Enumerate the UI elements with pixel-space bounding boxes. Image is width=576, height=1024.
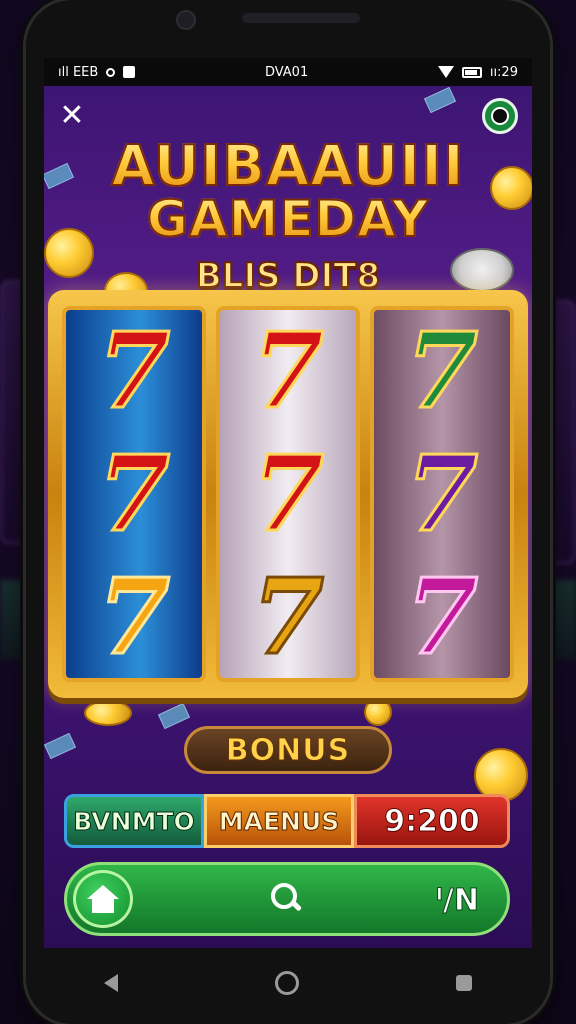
signal-text: ıll EEB bbox=[58, 64, 99, 80]
game-title-line2: GAMEDAY bbox=[44, 189, 532, 249]
close-button[interactable]: ✕ bbox=[58, 101, 86, 131]
wifi-icon bbox=[437, 66, 454, 78]
app-screen: ıll EEB DVA01 ıı:29 ✕ AUIBAAUIII GAMEDAY bbox=[44, 58, 532, 948]
system-nav-bar bbox=[26, 958, 550, 1008]
status-time: ıı:29 bbox=[489, 64, 518, 80]
earpiece-speaker bbox=[242, 13, 360, 23]
seven-symbol: 7 bbox=[404, 309, 479, 433]
seven-symbol: 7 bbox=[250, 309, 325, 433]
seven-symbol: 7 bbox=[404, 554, 479, 678]
front-camera bbox=[176, 10, 196, 30]
balance-amount: 9:200 bbox=[354, 794, 510, 848]
slot-machine: 7 7 7 7 7 7 7 7 7 bbox=[48, 290, 528, 698]
reel-1[interactable]: 7 7 7 bbox=[62, 306, 206, 682]
status-center-text: DVA01 bbox=[264, 64, 309, 80]
seven-symbol: 7 bbox=[250, 431, 325, 555]
back-icon[interactable] bbox=[104, 974, 119, 992]
status-bar: ıll EEB DVA01 ıı:29 bbox=[44, 58, 532, 86]
seven-symbol: 7 bbox=[96, 309, 171, 433]
info-left-button[interactable]: BVNMTO bbox=[64, 794, 204, 848]
slot-reels: 7 7 7 7 7 7 7 7 7 bbox=[62, 306, 514, 682]
nav-right-button[interactable]: ᴵ/N bbox=[435, 883, 479, 919]
gold-coin-icon bbox=[364, 698, 392, 726]
casino-chip-button[interactable] bbox=[482, 98, 518, 134]
status-right: ıı:29 bbox=[437, 64, 518, 80]
cash-bill-icon bbox=[44, 732, 77, 760]
search-icon[interactable] bbox=[271, 883, 305, 917]
gold-coin-icon bbox=[84, 700, 132, 726]
cash-bill-icon bbox=[157, 702, 191, 730]
bonus-button[interactable]: BONUS bbox=[184, 726, 392, 774]
home-button[interactable] bbox=[73, 870, 133, 928]
seven-symbol: 7 bbox=[250, 554, 325, 678]
recent-apps-icon[interactable] bbox=[455, 975, 472, 991]
sync-icon bbox=[106, 67, 116, 77]
seven-symbol: 7 bbox=[96, 554, 171, 678]
bottom-nav: ᴵ/N bbox=[64, 862, 510, 936]
seven-symbol: 7 bbox=[404, 431, 479, 555]
phone-frame: ıll EEB DVA01 ıı:29 ✕ AUIBAAUIII GAMEDAY bbox=[26, 0, 550, 1024]
status-left: ıll EEB bbox=[58, 64, 136, 80]
info-bar: BVNMTO MAENUS 9:200 bbox=[64, 794, 510, 848]
home-icon bbox=[87, 885, 119, 913]
seven-symbol: 7 bbox=[96, 431, 171, 555]
cash-bill-icon bbox=[423, 86, 457, 114]
notification-icon bbox=[123, 66, 136, 78]
reel-2[interactable]: 7 7 7 bbox=[216, 306, 360, 682]
system-home-icon[interactable] bbox=[274, 971, 299, 995]
reel-3[interactable]: 7 7 7 bbox=[370, 306, 514, 682]
info-middle-label: MAENUS bbox=[204, 794, 354, 848]
casino-chip-icon bbox=[491, 107, 509, 125]
battery-icon bbox=[461, 66, 482, 78]
